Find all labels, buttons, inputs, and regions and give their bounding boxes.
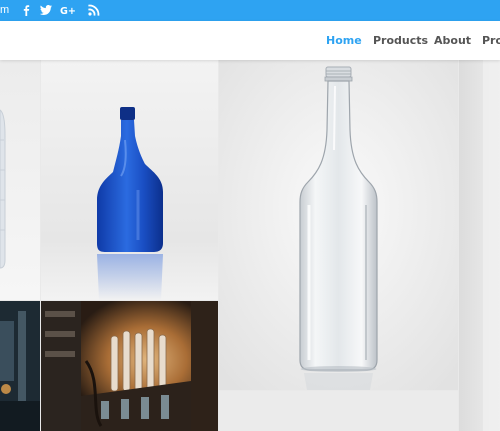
contact-email[interactable]: m xyxy=(0,3,9,17)
svg-text:G+: G+ xyxy=(60,6,76,17)
bottle-molding-machine-photo[interactable] xyxy=(41,301,218,431)
clear-glass-bottle-photo[interactable] xyxy=(219,60,458,390)
factory-dark-photo[interactable] xyxy=(0,301,40,431)
site-header: Home Products About Prod xyxy=(0,21,500,60)
nav-products-secondary[interactable]: Prod xyxy=(482,34,500,48)
nav-products[interactable]: Products xyxy=(373,34,428,48)
rss-icon[interactable] xyxy=(86,3,102,17)
google-plus-icon[interactable]: G+ xyxy=(60,3,76,17)
nav-about[interactable]: About xyxy=(434,34,471,48)
top-bar: m G+ xyxy=(0,0,500,21)
nav-home[interactable]: Home xyxy=(326,34,362,48)
facebook-icon[interactable] xyxy=(18,3,34,17)
blue-spray-bottle-photo[interactable] xyxy=(41,60,218,300)
twitter-icon[interactable] xyxy=(38,3,54,17)
partial-bottle-photo[interactable] xyxy=(0,60,40,300)
product-gallery xyxy=(0,60,500,431)
gallery-gap xyxy=(219,391,458,431)
partial-right-photo[interactable] xyxy=(459,60,500,431)
